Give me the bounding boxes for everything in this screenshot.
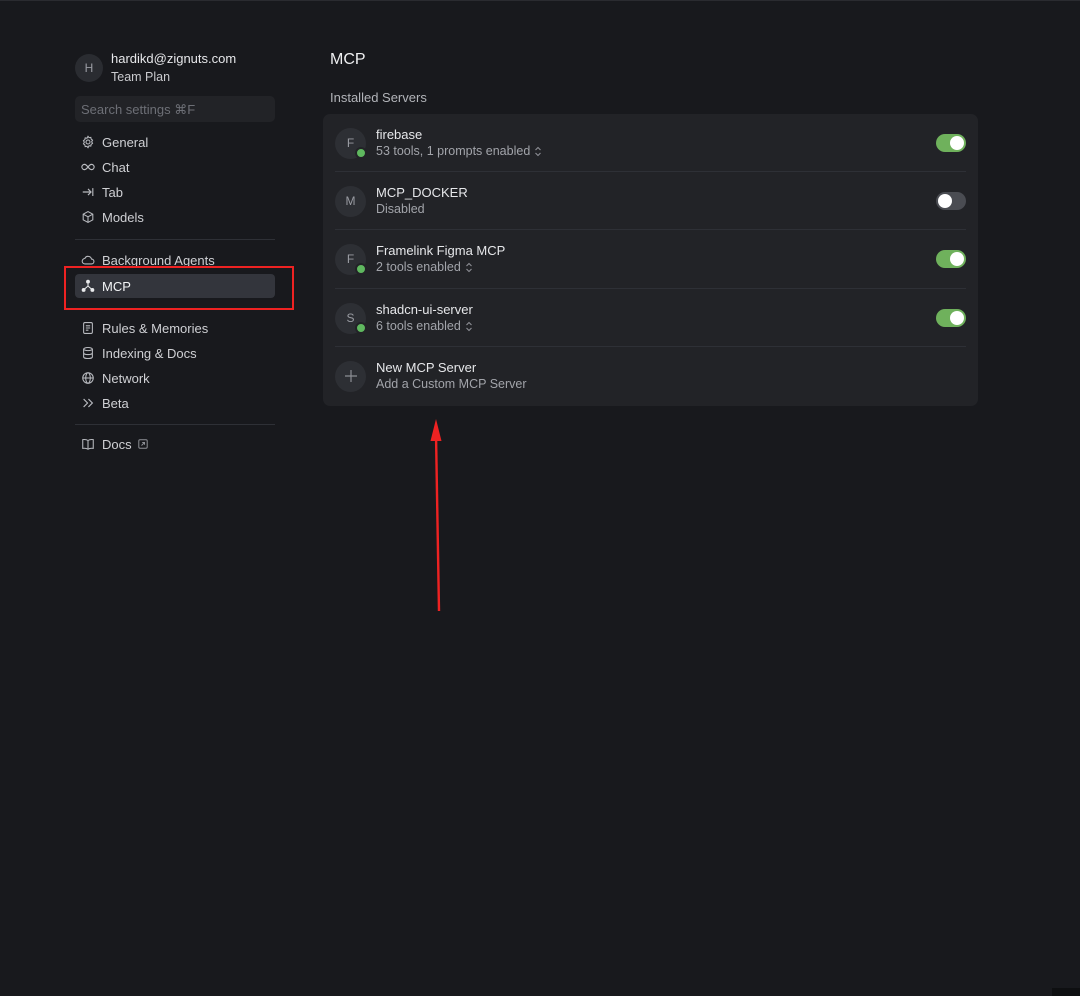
sidebar-divider [75,239,275,240]
sidebar-item-label: Chat [102,159,130,175]
user-email: hardikd@zignuts.com [111,51,237,66]
status-dot [355,321,367,334]
annotation-highlight-box [64,266,294,310]
installed-servers-panel: F firebase 53 tools, 1 prompts enabled M… [323,114,978,406]
sidebar-item-general[interactable]: General [75,130,275,154]
document-icon [81,321,95,335]
expand-chevron-icon[interactable] [465,321,473,332]
expand-chevron-icon[interactable] [534,146,542,157]
settings-sidebar: H hardikd@zignuts.com Team Plan General … [75,48,275,452]
server-name: shadcn-ui-server [376,302,473,317]
server-toggle[interactable] [936,250,966,268]
status-dot [355,262,367,275]
server-subtitle: 6 tools enabled [376,319,461,333]
server-subtitle: 53 tools, 1 prompts enabled [376,144,531,158]
sidebar-item-label: Indexing & Docs [102,345,197,361]
server-row-framelink-figma[interactable]: F Framelink Figma MCP 2 tools enabled [323,230,978,288]
book-icon [81,437,95,451]
annotation-arrow [430,419,442,612]
sidebar-item-docs[interactable]: Docs [75,432,275,456]
server-avatar: F [335,127,367,159]
sidebar-item-models[interactable]: Models [75,205,275,229]
user-plan: Team Plan [111,70,171,84]
server-toggle[interactable] [936,309,966,327]
sidebar-item-label: Rules & Memories [102,320,209,336]
status-dot [355,146,367,159]
server-name: Framelink Figma MCP [376,243,506,258]
tab-arrow-icon [81,185,95,199]
globe-icon [81,371,95,385]
sidebar-item-chat[interactable]: Chat [75,155,275,179]
sidebar-item-rules-memories[interactable]: Rules & Memories [75,316,275,340]
sidebar-item-beta[interactable]: Beta [75,391,275,415]
server-avatar: M [335,185,366,217]
server-name: MCP_DOCKER [376,185,468,200]
sidebar-divider [75,424,275,425]
top-border [0,0,1080,1]
sidebar-item-label: General [102,134,149,150]
sidebar-item-label: Beta [102,395,129,411]
server-row-shadcn-ui[interactable]: S shadcn-ui-server 6 tools enabled [323,289,978,347]
cube-icon [81,210,95,224]
plus-icon [335,360,366,392]
sidebar-item-network[interactable]: Network [75,366,275,390]
server-name: firebase [376,127,423,142]
new-server-subtitle: Add a Custom MCP Server [376,377,527,391]
server-avatar: F [335,243,367,275]
page-title: MCP [330,51,366,68]
sidebar-item-tab[interactable]: Tab [75,180,275,204]
search-settings-input[interactable] [75,96,275,122]
double-chevron-icon [81,396,95,410]
server-row-mcp-docker[interactable]: M MCP_DOCKER Disabled [323,172,978,230]
sidebar-item-indexing-docs[interactable]: Indexing & Docs [75,341,275,365]
new-server-title: New MCP Server [376,360,477,375]
new-mcp-server-button[interactable]: New MCP Server Add a Custom MCP Server [323,347,978,405]
database-icon [81,346,95,360]
sidebar-item-label: Docs [102,436,132,452]
server-toggle[interactable] [936,192,966,210]
user-avatar: H [75,54,103,82]
cloud-icon [81,253,95,267]
external-link-icon [137,439,148,449]
gear-icon [81,135,95,149]
server-subtitle: Disabled [376,202,425,216]
window-corner [1052,988,1080,996]
sidebar-item-label: Models [102,209,144,225]
server-toggle[interactable] [936,134,966,152]
sidebar-item-label: Network [102,370,150,386]
expand-chevron-icon[interactable] [465,262,473,273]
sidebar-item-label: Tab [102,184,123,200]
section-label: Installed Servers [330,90,427,105]
server-row-firebase[interactable]: F firebase 53 tools, 1 prompts enabled [323,114,978,172]
user-account[interactable]: H hardikd@zignuts.com Team Plan [75,48,275,88]
server-avatar: S [335,302,367,334]
server-subtitle: 2 tools enabled [376,260,461,274]
infinity-icon [81,160,95,174]
